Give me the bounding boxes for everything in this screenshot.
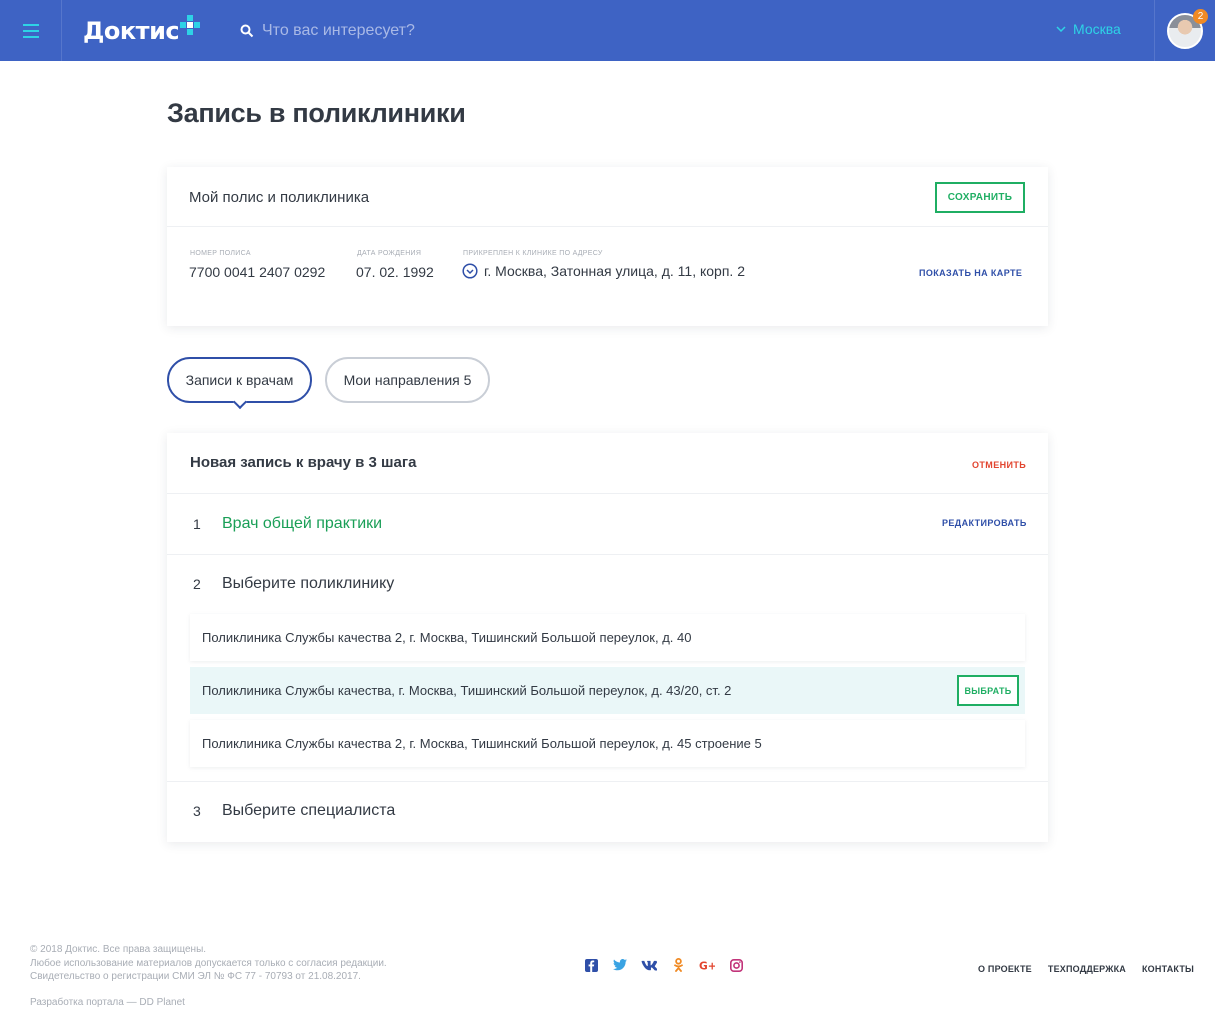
page-title: Запись в поликлиники [167, 98, 466, 128]
policy-card-title: Мой полис и поликлиника [189, 189, 370, 206]
notification-badge: 2 [1193, 9, 1208, 24]
hamburger-icon [22, 23, 39, 38]
svg-text:G+: G+ [699, 959, 715, 971]
tab-label: Мои направления 5 [343, 372, 472, 388]
usage-text: Любое использование материалов допускает… [30, 957, 387, 969]
clinic-name: Поликлиника Службы качества, г. Москва, … [202, 683, 732, 698]
clinic-option[interactable]: Поликлиника Службы качества 2, г. Москва… [190, 720, 1025, 767]
attached-clinic-address: г. Москва, Затонная улица, д. 11, корп. … [462, 263, 745, 279]
tab-referrals[interactable]: Мои направления 5 [325, 357, 490, 403]
birth-date-label: ДАТА РОЖДЕНИЯ [357, 250, 422, 257]
footer-links: О ПРОЕКТЕ ТЕХПОДДЕРЖКА КОНТАКТЫ [978, 964, 1210, 974]
clinic-name: Поликлиника Службы качества 2, г. Москва… [202, 630, 692, 645]
edit-link[interactable]: РЕДАКТИРОВАТЬ [942, 518, 1027, 528]
step-2: 2 Выберите поликлинику [167, 555, 1048, 610]
logo-cross-icon [180, 15, 201, 35]
instagram-icon[interactable] [728, 957, 744, 973]
clinic-list: Поликлиника Службы качества 2, г. Москва… [190, 614, 1025, 773]
tab-label: Записи к врачам [185, 372, 294, 388]
step-number: 1 [193, 516, 201, 532]
location-check-icon [462, 263, 478, 279]
policy-number-value: 7700 0041 2407 0292 [189, 264, 326, 280]
logo[interactable]: Доктис [83, 14, 201, 48]
appointment-card-header: Новая запись к врачу в 3 шага ОТМЕНИТЬ [167, 433, 1048, 494]
developer-credit[interactable]: Разработка портала — DD Planet [30, 997, 185, 1008]
google-plus-icon[interactable]: G+ [699, 957, 715, 973]
active-tab-pointer [232, 394, 248, 410]
social-links: G+ [583, 957, 757, 973]
cancel-link[interactable]: ОТМЕНИТЬ [972, 460, 1026, 470]
step-title: Выберите специалиста [222, 802, 396, 819]
city-label: Москва [1073, 21, 1121, 37]
choose-button[interactable]: ВЫБРАТЬ [957, 675, 1019, 706]
policy-number-label: НОМЕР ПОЛИСА [190, 250, 251, 257]
tab-doctor-appointments[interactable]: Записи к врачам [167, 357, 312, 410]
footer-link-contacts[interactable]: КОНТАКТЫ [1142, 964, 1194, 974]
chevron-down-icon [1056, 26, 1066, 32]
save-button[interactable]: СОХРАНИТЬ [935, 182, 1025, 213]
step-title: Выберите поликлинику [222, 575, 395, 592]
copyright-text: © 2018 Доктис. Все права защищены. [30, 944, 207, 955]
clinic-name: Поликлиника Службы качества 2, г. Москва… [202, 736, 762, 751]
footer-legal: © 2018 Доктис. Все права защищены. Любое… [30, 943, 387, 984]
menu-button[interactable] [0, 0, 62, 61]
new-appointment-card: Новая запись к врачу в 3 шага ОТМЕНИТЬ 1… [167, 433, 1048, 842]
step-3: 3 Выберите специалиста [167, 782, 1048, 842]
step-number: 3 [193, 803, 201, 819]
twitter-icon[interactable] [612, 957, 628, 973]
registration-text: Свидетельство о регистрации СМИ ЭЛ № ФС … [30, 971, 361, 982]
search-icon [240, 24, 254, 38]
search-input[interactable] [262, 22, 562, 40]
show-on-map-link[interactable]: ПОКАЗАТЬ НА КАРТЕ [919, 268, 1022, 278]
vk-icon[interactable] [641, 957, 657, 973]
city-selector[interactable]: Москва [1056, 21, 1121, 37]
birth-date-value: 07. 02. 1992 [356, 264, 434, 280]
search-box [240, 18, 562, 44]
step-1: 1 Врач общей практики РЕДАКТИРОВАТЬ [167, 494, 1048, 554]
clinic-option[interactable]: Поликлиника Службы качества 2, г. Москва… [190, 614, 1025, 661]
policy-card: Мой полис и поликлиника СОХРАНИТЬ НОМЕР … [167, 167, 1048, 326]
profile-button[interactable] [1154, 0, 1215, 61]
appointment-card-title: Новая запись к врачу в 3 шага [190, 454, 417, 471]
step-number: 2 [193, 576, 201, 592]
footer-link-about[interactable]: О ПРОЕКТЕ [978, 964, 1032, 974]
attached-clinic-label: ПРИКРЕПЛЕН К КЛИНИКЕ ПО АДРЕСУ [463, 250, 603, 257]
footer-link-support[interactable]: ТЕХПОДДЕРЖКА [1048, 964, 1126, 974]
policy-card-header: Мой полис и поликлиника СОХРАНИТЬ [167, 167, 1048, 227]
facebook-icon[interactable] [583, 957, 599, 973]
odnoklassniki-icon[interactable] [670, 957, 686, 973]
clinic-option-selected[interactable]: Поликлиника Службы качества, г. Москва, … [190, 667, 1025, 714]
attached-clinic-address-text: г. Москва, Затонная улица, д. 11, корп. … [484, 263, 745, 279]
step-title: Врач общей практики [222, 515, 383, 532]
top-header: Доктис Москва 2 [0, 0, 1215, 61]
logo-text: Доктис [83, 17, 180, 45]
